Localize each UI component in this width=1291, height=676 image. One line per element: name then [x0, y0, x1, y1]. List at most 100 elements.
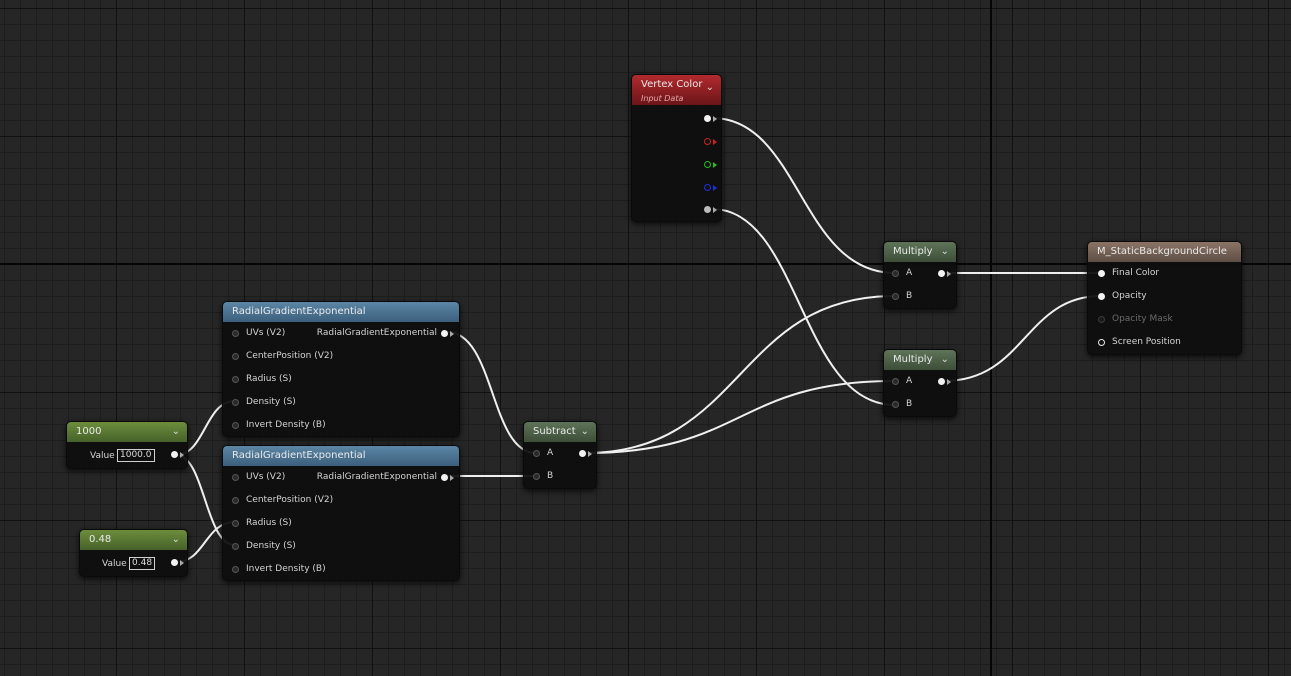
uvs-pin[interactable]	[232, 330, 239, 337]
uvs-pin[interactable]	[232, 474, 239, 481]
subtract-b-pin[interactable]	[533, 473, 540, 480]
pin-arrow-icon	[588, 451, 592, 457]
constant-048-output-pin[interactable]	[171, 559, 178, 566]
multiply-bottom-b-label: B	[906, 399, 913, 409]
center-position-pin[interactable]	[232, 353, 239, 360]
constant-048-value-label: Value	[102, 559, 127, 569]
multiply-bottom-b-pin[interactable]	[892, 401, 899, 408]
material-output-header[interactable]: M_StaticBackgroundCircle	[1088, 242, 1241, 262]
constant-1000-value-field[interactable]: 1000.0	[117, 449, 155, 462]
radius-label: Radius (S)	[246, 374, 292, 384]
constant-048-value-field[interactable]: 0.48	[129, 557, 156, 570]
density-label: Density (S)	[246, 397, 296, 407]
chevron-down-icon[interactable]: ⌄	[941, 350, 949, 370]
opacity-mask-label: Opacity Mask	[1112, 314, 1173, 324]
radial-gradient-bottom-node[interactable]: RadialGradientExponential UVs (V2) Cente…	[222, 445, 460, 581]
pin-arrow-icon	[713, 116, 717, 122]
density-pin[interactable]	[232, 399, 239, 406]
multiply-top-output-pin[interactable]	[938, 270, 945, 277]
multiply-top-title: Multiply	[893, 246, 933, 257]
multiply-top-a-label: A	[906, 268, 913, 278]
constant-048-header[interactable]: 0.48 ⌄	[80, 530, 187, 550]
multiply-top-a-pin[interactable]	[892, 270, 899, 277]
vertex-color-node[interactable]: Vertex Color Input Data ⌄	[631, 74, 722, 222]
invert-density-label: Invert Density (B)	[246, 420, 326, 430]
opacity-mask-pin	[1098, 316, 1105, 323]
radius-label: Radius (S)	[246, 518, 292, 528]
opacity-label: Opacity	[1112, 291, 1147, 301]
radius-pin[interactable]	[232, 376, 239, 383]
material-output-title: M_StaticBackgroundCircle	[1097, 246, 1227, 257]
vertex-color-rgb-pin[interactable]	[704, 115, 711, 122]
multiply-top-node[interactable]: Multiply ⌄ A B	[883, 241, 957, 309]
radial-gradient-top-output-pin[interactable]	[441, 330, 448, 337]
screen-position-pin[interactable]	[1098, 339, 1105, 346]
pin-arrow-icon	[450, 475, 454, 481]
multiply-bottom-a-label: A	[906, 376, 913, 386]
density-label: Density (S)	[246, 541, 296, 551]
wire-subtract-to-multiply-bottom-a	[584, 380, 896, 454]
pin-arrow-icon	[947, 379, 951, 385]
subtract-header[interactable]: Subtract ⌄	[524, 422, 596, 442]
vertex-color-title: Vertex Color	[641, 79, 703, 90]
screen-position-label: Screen Position	[1112, 337, 1181, 347]
chevron-down-icon[interactable]: ⌄	[581, 422, 589, 442]
subtract-node[interactable]: Subtract ⌄ A B	[523, 421, 597, 489]
radial-gradient-bottom-header[interactable]: RadialGradientExponential	[223, 446, 459, 466]
constant-048-title: 0.48	[89, 534, 112, 545]
multiply-bottom-title: Multiply	[893, 354, 933, 365]
subtract-a-pin[interactable]	[533, 450, 540, 457]
radial-gradient-top-header[interactable]: RadialGradientExponential	[223, 302, 459, 322]
density-pin[interactable]	[232, 543, 239, 550]
chevron-down-icon[interactable]: ⌄	[941, 242, 949, 262]
radial-gradient-bottom-output-label: RadialGradientExponential	[316, 472, 437, 482]
pin-arrow-icon	[713, 162, 717, 168]
final-color-pin[interactable]	[1098, 270, 1105, 277]
vertex-color-a-pin[interactable]	[704, 206, 711, 213]
uvs-label: UVs (V2)	[246, 328, 286, 338]
chevron-down-icon[interactable]: ⌄	[172, 422, 180, 442]
chevron-down-icon[interactable]: ⌄	[706, 81, 714, 95]
pin-arrow-icon	[713, 139, 717, 145]
pin-arrow-icon	[450, 331, 454, 337]
pin-arrow-icon	[180, 452, 184, 458]
uvs-label: UVs (V2)	[246, 472, 286, 482]
invert-density-pin[interactable]	[232, 422, 239, 429]
opacity-pin[interactable]	[1098, 293, 1105, 300]
center-position-label: CenterPosition (V2)	[246, 351, 334, 361]
vertex-color-header[interactable]: Vertex Color Input Data ⌄	[632, 75, 721, 105]
wire-vertex-rgb-to-multiply-top-a	[711, 117, 896, 274]
multiply-top-b-pin[interactable]	[892, 293, 899, 300]
center-position-pin[interactable]	[232, 497, 239, 504]
invert-density-pin[interactable]	[232, 566, 239, 573]
constant-1000-output-pin[interactable]	[171, 451, 178, 458]
chevron-down-icon[interactable]: ⌄	[172, 530, 180, 550]
material-output-node[interactable]: M_StaticBackgroundCircle Final Color Opa…	[1087, 241, 1242, 355]
radial-gradient-top-node[interactable]: RadialGradientExponential UVs (V2) Cente…	[222, 301, 460, 437]
multiply-bottom-a-pin[interactable]	[892, 378, 899, 385]
radial-gradient-bottom-output-pin[interactable]	[441, 474, 448, 481]
pin-arrow-icon	[713, 185, 717, 191]
constant-1000-title: 1000	[76, 426, 102, 437]
constant-048-node[interactable]: 0.48 ⌄ Value 0.48	[79, 529, 188, 577]
subtract-a-label: A	[547, 448, 554, 458]
wire-multiply-bottom-to-opacity	[943, 295, 1102, 382]
constant-1000-header[interactable]: 1000 ⌄	[67, 422, 187, 442]
multiply-top-header[interactable]: Multiply ⌄	[884, 242, 956, 262]
vertex-color-r-pin[interactable]	[704, 138, 711, 145]
radial-gradient-top-output-label: RadialGradientExponential	[316, 328, 437, 338]
constant-1000-node[interactable]: 1000 ⌄ Value 1000.0	[66, 421, 188, 469]
center-position-label: CenterPosition (V2)	[246, 495, 334, 505]
multiply-bottom-node[interactable]: Multiply ⌄ A B	[883, 349, 957, 417]
wire-subtract-to-multiply-top-b	[584, 295, 896, 454]
radial-gradient-bottom-title: RadialGradientExponential	[232, 450, 366, 461]
subtract-output-pin[interactable]	[579, 450, 586, 457]
vertex-color-b-pin[interactable]	[704, 184, 711, 191]
multiply-bottom-header[interactable]: Multiply ⌄	[884, 350, 956, 370]
subtract-b-label: B	[547, 471, 554, 481]
vertex-color-g-pin[interactable]	[704, 161, 711, 168]
subtract-title: Subtract	[533, 426, 576, 437]
radius-pin[interactable]	[232, 520, 239, 527]
multiply-bottom-output-pin[interactable]	[938, 378, 945, 385]
pin-arrow-icon	[947, 271, 951, 277]
